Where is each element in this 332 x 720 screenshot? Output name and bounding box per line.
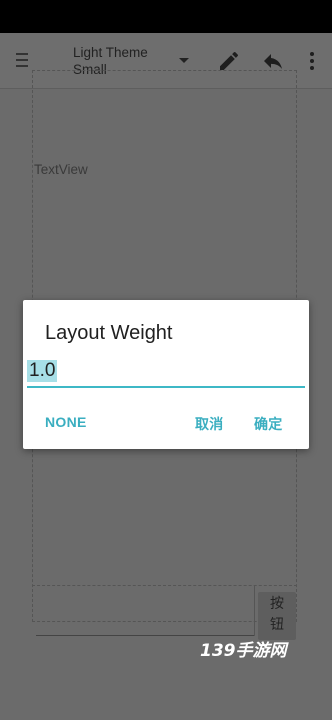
theme-name: Light Theme <box>73 45 148 60</box>
layout-weight-dialog: Layout Weight 1.0 NONE 取消 确定 <box>23 300 309 449</box>
textview-label: TextView <box>34 162 88 177</box>
status-bar <box>0 0 332 33</box>
button-label-line2: 钮 <box>270 617 284 633</box>
canvas-button[interactable]: 按 钮 <box>258 592 296 640</box>
weight-input[interactable]: 1.0 <box>27 358 305 388</box>
none-button[interactable]: NONE <box>45 414 87 430</box>
dialog-title: Layout Weight <box>45 322 173 344</box>
weight-input-value[interactable]: 1.0 <box>27 360 58 382</box>
menu-icon[interactable] <box>16 53 28 67</box>
watermark: 139手游网 <box>200 641 287 661</box>
cancel-button[interactable]: 取消 <box>195 414 224 434</box>
button-label-line1: 按 <box>270 596 284 612</box>
ok-button[interactable]: 确定 <box>254 414 283 434</box>
more-vert-icon[interactable] <box>300 49 324 73</box>
layout-divider <box>32 585 297 586</box>
layout-vertical-divider <box>254 586 255 636</box>
dropdown-icon[interactable] <box>179 58 189 63</box>
